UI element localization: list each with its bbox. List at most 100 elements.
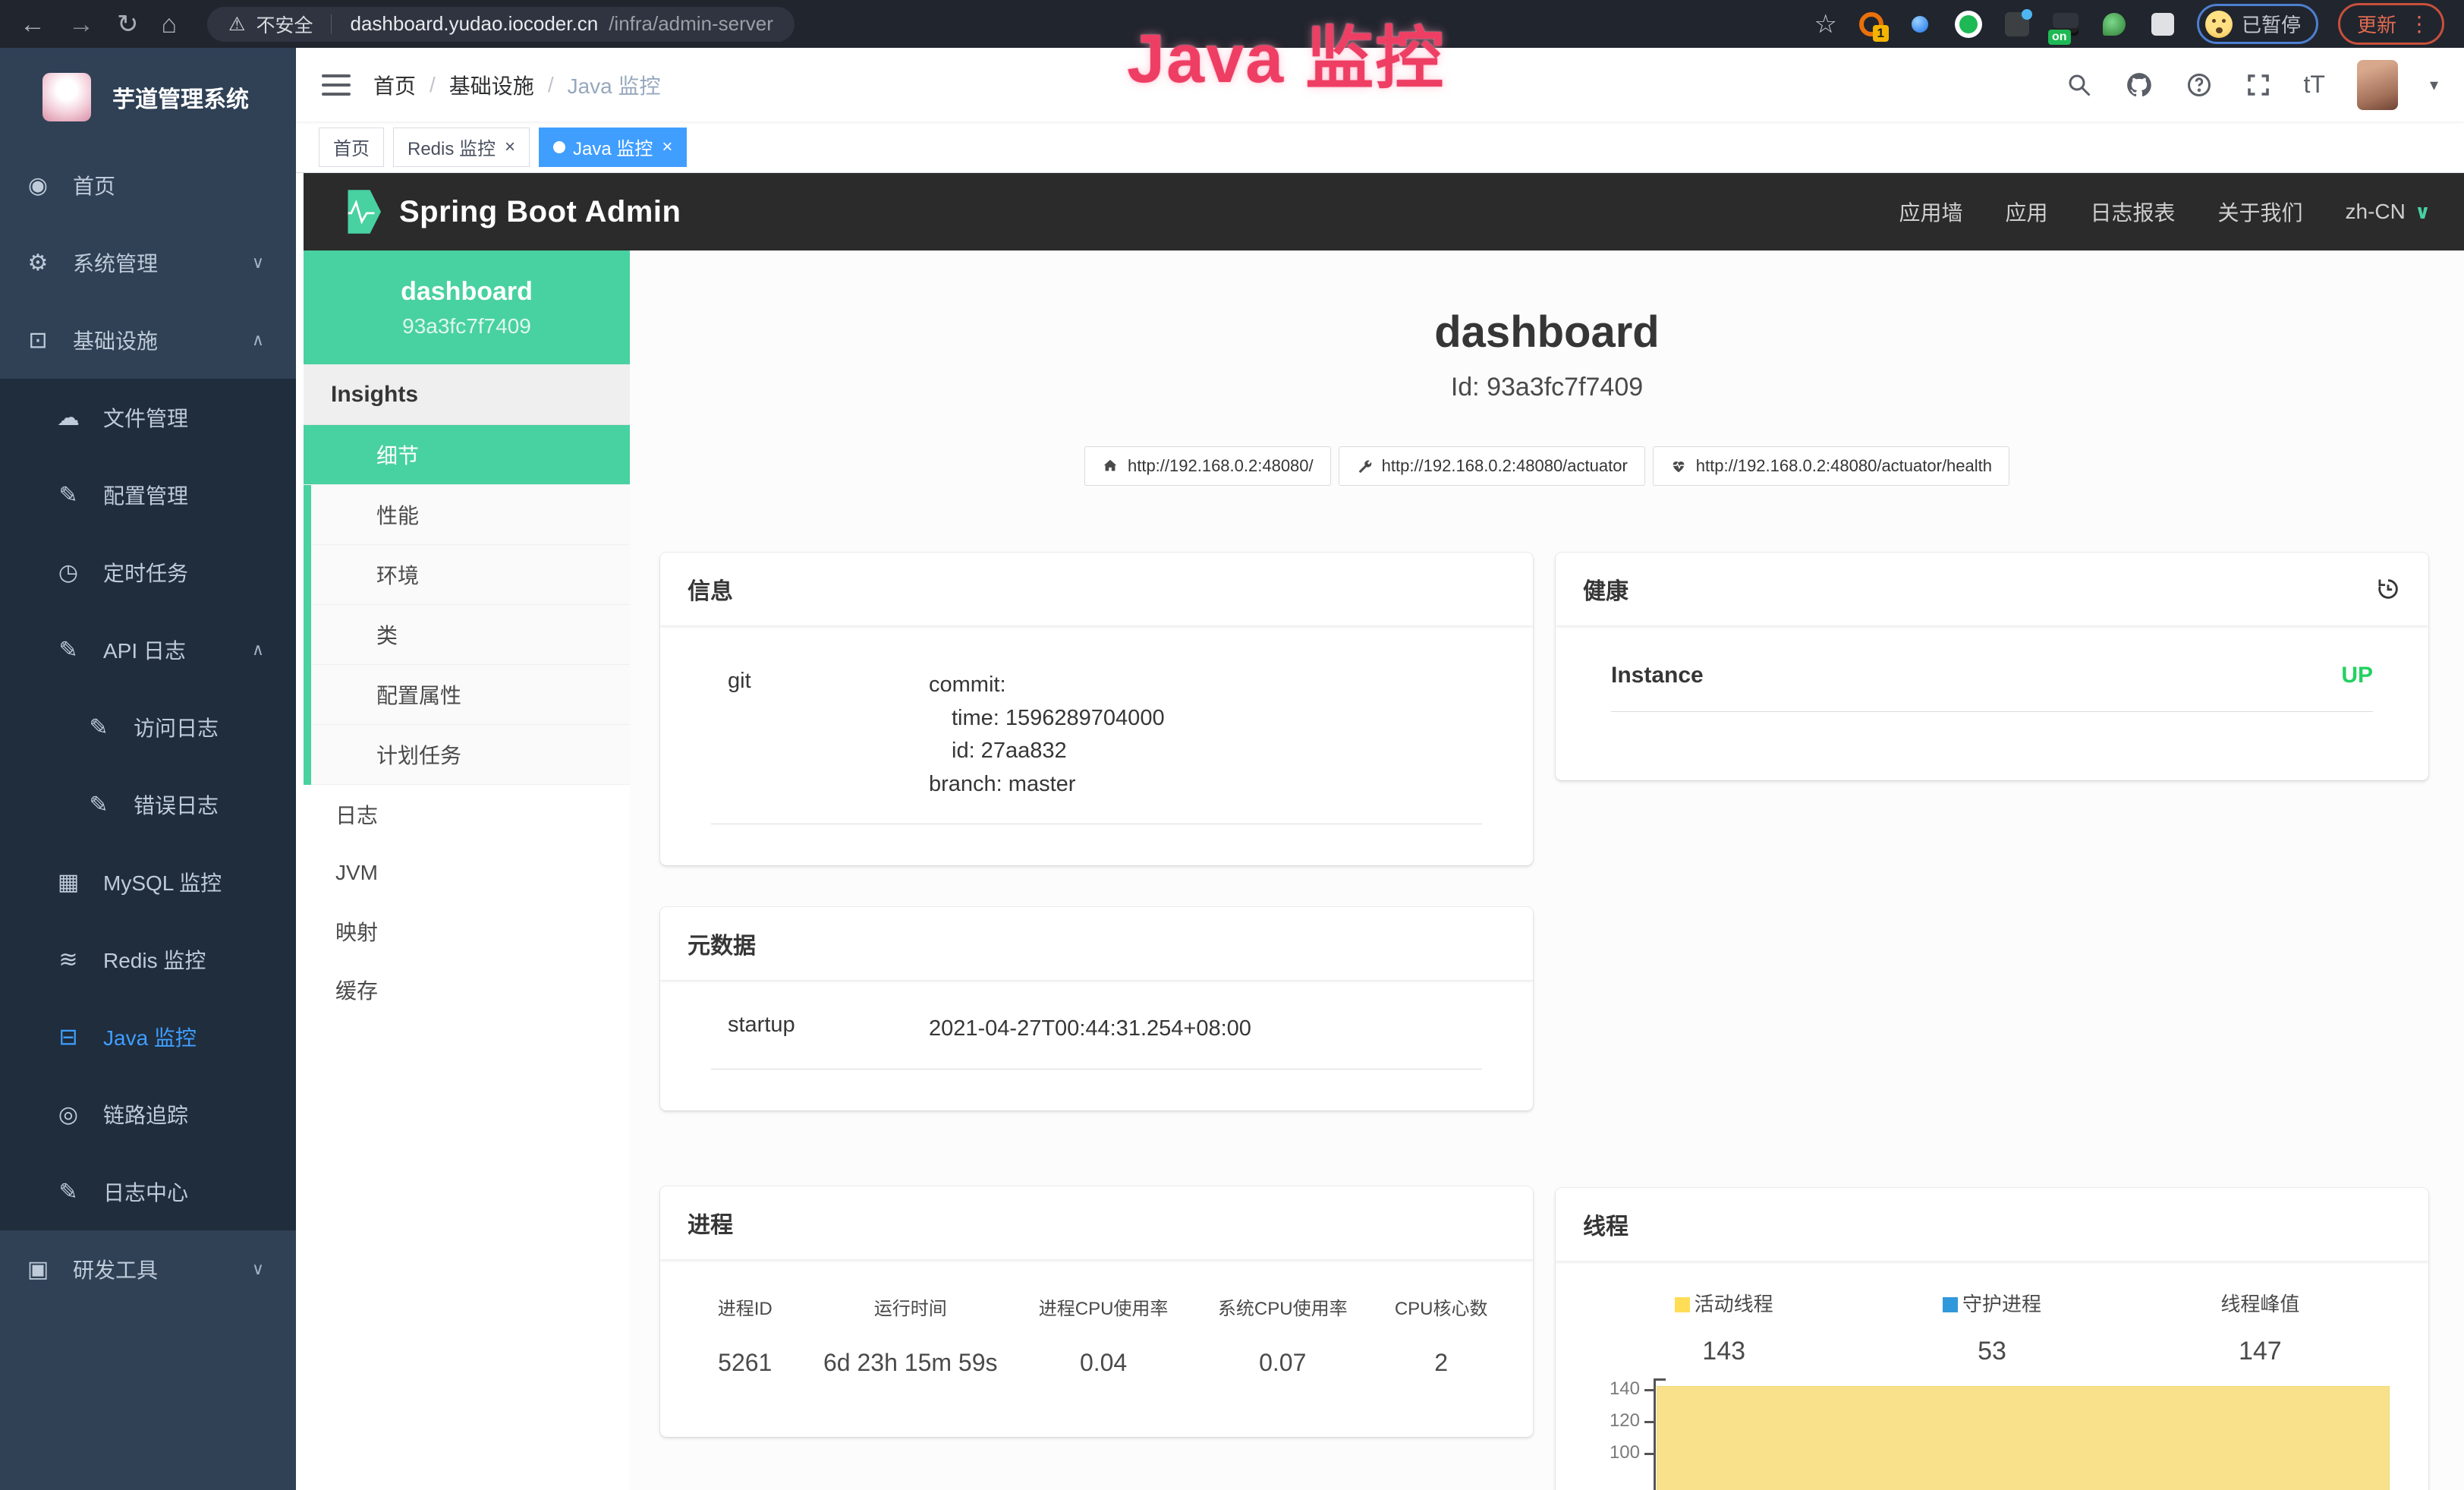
sidebar-item-config[interactable]: ✎配置管理	[0, 456, 296, 534]
sba-menu-metrics[interactable]: 性能	[311, 485, 630, 545]
back-icon[interactable]: ←	[20, 11, 46, 37]
sba-menu-logs[interactable]: 日志	[304, 785, 630, 843]
text-size-icon[interactable]: tT	[2304, 71, 2325, 99]
sba-menu-insights[interactable]: Insights	[304, 364, 630, 425]
extension-on-badge: on	[2048, 30, 2071, 45]
actuator-url-link[interactable]: http://192.168.0.2:48080/actuator	[1339, 446, 1645, 486]
extension-y-icon[interactable]	[1954, 10, 1983, 39]
edit-icon: ✎	[83, 792, 114, 818]
sba-menu-environment[interactable]: 环境	[311, 545, 630, 605]
java-monitor-icon: ⊟	[53, 1024, 83, 1051]
breadcrumb-separator: /	[548, 73, 554, 97]
sba-menu-jvm[interactable]: JVM	[304, 843, 630, 902]
extension-grid-icon[interactable]	[2003, 10, 2031, 39]
app-logo[interactable]: 芋道管理系统	[0, 48, 296, 146]
sba-menu-config-props[interactable]: 配置属性	[311, 665, 630, 725]
sidebar-item-access-log[interactable]: ✎访问日志	[0, 688, 296, 766]
sba-instance-header[interactable]: dashboard 93a3fc7f7409	[304, 250, 630, 364]
fullscreen-icon[interactable]	[2245, 71, 2272, 99]
instance-links: http://192.168.0.2:48080/ http://192.168…	[630, 446, 2464, 486]
sidebar-item-system[interactable]: ⚙系统管理∨	[0, 224, 296, 301]
edit-icon: ✎	[53, 482, 83, 509]
sba-menu-classes[interactable]: 类	[311, 605, 630, 665]
admin-sidebar: 芋道管理系统 ◉首页 ⚙系统管理∨ ⊡基础设施∧ ☁文件管理 ✎配置管理 ◷定时…	[0, 48, 296, 1490]
browser-update-button[interactable]: 更新 ⋮	[2338, 3, 2444, 45]
close-icon[interactable]: ×	[662, 137, 672, 158]
legend-peak-threads: 线程峰值	[2126, 1289, 2394, 1317]
caret-down-icon[interactable]: ▾	[2430, 75, 2438, 95]
briefcase-icon: ▣	[23, 1256, 53, 1283]
hamburger-icon[interactable]	[322, 74, 351, 96]
sidebar-item-log-center[interactable]: ✎日志中心	[0, 1153, 296, 1230]
sba-nav: 应用墙 应用 日志报表 关于我们 zh-CN∨	[1899, 197, 2431, 227]
sidebar-item-java[interactable]: ⊟Java 监控	[0, 998, 296, 1076]
paused-indicator[interactable]: 已暂停	[2197, 4, 2318, 44]
sba-menu-mappings[interactable]: 映射	[304, 902, 630, 960]
sidebar-item-redis[interactable]: ≋Redis 监控	[0, 921, 296, 998]
tab-java-monitor[interactable]: Java 监控×	[539, 128, 687, 167]
history-icon[interactable]	[2375, 576, 2401, 602]
active-dot	[553, 141, 565, 153]
sba-menu-details[interactable]: 细节	[304, 425, 630, 485]
chevron-down-icon: ∨	[252, 1259, 264, 1279]
heartbeat-icon	[1670, 458, 1687, 474]
help-icon[interactable]	[2186, 71, 2213, 99]
sba-nav-journal[interactable]: 日志报表	[2091, 197, 2176, 227]
sidebar-item-infra[interactable]: ⊡基础设施∧	[0, 301, 296, 379]
sba-menu-caches[interactable]: 缓存	[304, 960, 630, 1019]
info-card: 信息 git commit: time: 1596289704000 id: 2…	[660, 553, 1533, 865]
tab-redis-monitor[interactable]: Redis 监控×	[393, 128, 530, 167]
emoji-face-icon	[2205, 11, 2233, 38]
sba-nav-about[interactable]: 关于我们	[2218, 197, 2303, 227]
extension-leaf-icon[interactable]	[2100, 10, 2129, 39]
sidebar-item-mysql[interactable]: ▦MySQL 监控	[0, 843, 296, 921]
forward-icon[interactable]: →	[68, 11, 94, 37]
sidebar-item-devtools[interactable]: ▣研发工具∨	[0, 1230, 296, 1308]
health-url-link[interactable]: http://192.168.0.2:48080/actuator/health	[1653, 446, 2009, 486]
metadata-row: startup 2021-04-27T00:44:31.254+08:00	[711, 1013, 1482, 1069]
service-url-link[interactable]: http://192.168.0.2:48080/	[1084, 446, 1331, 486]
home-icon[interactable]: ⌂	[162, 11, 178, 37]
sba-nav-applications[interactable]: 应用	[2005, 197, 2047, 227]
update-label: 更新	[2357, 10, 2396, 38]
sba-locale-select[interactable]: zh-CN∨	[2346, 200, 2431, 224]
user-avatar[interactable]	[2357, 60, 2398, 110]
status-badge: UP	[2341, 663, 2373, 688]
process-table: 进程ID5261 运行时间6d 23h 15m 59s 进程CPU使用率0.04…	[660, 1260, 1533, 1377]
sidebar-item-home[interactable]: ◉首页	[0, 146, 296, 224]
breadcrumb-item[interactable]: 首页	[373, 70, 416, 100]
process-card-title: 进程	[660, 1186, 1533, 1260]
sidebar-item-api-log[interactable]: ✎API 日志∧	[0, 611, 296, 688]
tab-home[interactable]: 首页	[319, 128, 384, 167]
insights-submenu: 细节 性能 环境 类 配置属性 计划任务	[304, 425, 630, 785]
address-bar[interactable]: ⚠ 不安全 dashboard.yudao.iocoder.cn/infra/a…	[207, 7, 795, 42]
extension-icon[interactable]: 1	[1857, 10, 1886, 39]
sidebar-item-job[interactable]: ◷定时任务	[0, 534, 296, 611]
breadcrumb-item[interactable]: 基础设施	[449, 70, 534, 100]
extension-on-icon[interactable]: on	[2051, 10, 2080, 39]
extension-pin-icon[interactable]	[1905, 10, 1934, 39]
sba-logo-icon	[337, 189, 381, 235]
extension-puzzle-icon[interactable]	[2148, 10, 2177, 39]
kebab-menu-icon[interactable]: ⋮	[2409, 11, 2430, 36]
edit-icon: ✎	[53, 1179, 83, 1205]
search-icon[interactable]	[2066, 71, 2093, 99]
security-label: 不安全	[256, 11, 313, 38]
threads-legend-values: 143 53 147	[1590, 1337, 2394, 1366]
process-col-uptime: 运行时间6d 23h 15m 59s	[807, 1293, 1015, 1377]
sba-nav-wall[interactable]: 应用墙	[1899, 197, 1962, 227]
sidebar-item-trace[interactable]: ◎链路追踪	[0, 1076, 296, 1153]
sidebar-item-error-log[interactable]: ✎错误日志	[0, 766, 296, 843]
daemon-threads-value: 53	[1858, 1337, 2126, 1366]
y-axis	[1654, 1378, 1656, 1490]
sba-header: Spring Boot Admin 应用墙 应用 日志报表 关于我们 zh-CN…	[304, 173, 2464, 250]
sidebar-item-file[interactable]: ☁文件管理	[0, 379, 296, 456]
reload-icon[interactable]: ↻	[117, 11, 139, 37]
sba-menu-scheduled-tasks[interactable]: 计划任务	[311, 725, 630, 785]
github-icon[interactable]	[2125, 71, 2154, 99]
divider	[331, 14, 332, 34]
bookmark-star-icon[interactable]: ☆	[1814, 9, 1836, 39]
close-icon[interactable]: ×	[505, 137, 515, 158]
gear-icon: ⚙	[23, 250, 53, 276]
cloud-upload-icon: ☁	[53, 405, 83, 431]
